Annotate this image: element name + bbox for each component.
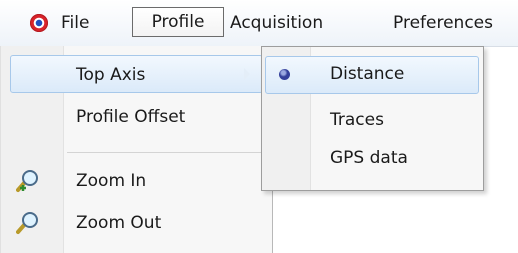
menu-item-label: Zoom In	[76, 171, 147, 191]
menu-item-zoom-in[interactable]: Zoom In	[1, 160, 271, 202]
zoom-in-icon	[16, 170, 38, 192]
menu-separator	[67, 152, 267, 153]
submenu-arrow-icon	[244, 68, 250, 80]
menu-profile[interactable]: Profile	[132, 7, 224, 37]
submenu-item-label: GPS data	[330, 148, 408, 168]
submenu-item-traces[interactable]: Traces	[262, 99, 483, 141]
menu-preferences[interactable]: Preferences	[393, 12, 493, 34]
menu-acquisition[interactable]: Acquisition	[230, 12, 323, 34]
menu-item-label: Top Axis	[76, 65, 146, 85]
menu-item-zoom-out[interactable]: Zoom Out	[1, 202, 271, 244]
menu-file[interactable]: File	[61, 12, 89, 34]
menu-item-label: Zoom Out	[76, 213, 162, 233]
app-icon[interactable]	[30, 14, 48, 32]
submenu-item-distance[interactable]: Distance	[262, 53, 483, 95]
menu-item-label: Profile Offset	[76, 107, 186, 127]
zoom-out-icon	[16, 212, 38, 234]
profile-dropdown: Top Axis Profile Offset Zoom In Zoom Out	[0, 46, 273, 253]
top-axis-submenu: Distance Traces GPS data	[261, 46, 484, 191]
submenu-item-gps-data[interactable]: GPS data	[262, 137, 483, 179]
menu-bar: File Profile Acquisition Preferences	[0, 0, 518, 47]
submenu-item-label: Distance	[330, 64, 405, 84]
radio-selected-icon	[279, 69, 290, 80]
menu-item-profile-offset[interactable]: Profile Offset	[1, 96, 271, 138]
menu-item-top-axis[interactable]: Top Axis	[1, 54, 271, 96]
submenu-item-label: Traces	[330, 110, 384, 130]
